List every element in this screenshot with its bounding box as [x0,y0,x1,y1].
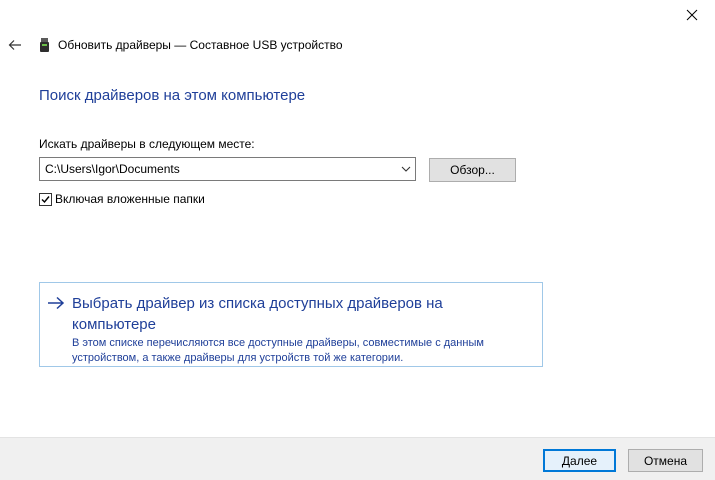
pick-driver-description: В этом списке перечисляются все доступны… [72,337,484,364]
checkmark-icon [41,195,50,203]
chevron-down-icon[interactable] [401,165,411,173]
window-title: Обновить драйверы — Составное USB устрой… [58,38,343,52]
include-subfolders-label: Включая вложенные папки [55,192,205,206]
close-icon [686,9,698,21]
footer-bar: Далее Отмена [0,437,715,480]
next-button[interactable]: Далее [543,449,616,472]
back-button[interactable] [4,34,26,56]
path-value: C:\Users\Igor\Documents [45,162,180,176]
close-button[interactable] [669,0,715,30]
pick-driver-title: Выбрать драйвер из списка доступных драй… [72,295,443,333]
include-subfolders-checkbox[interactable] [39,192,52,206]
pick-driver-from-list-link[interactable]: Выбрать драйвер из списка доступных драй… [39,282,543,367]
back-arrow-icon [8,40,21,50]
browse-button[interactable]: Обзор... [429,158,516,182]
page-heading: Поиск драйверов на этом компьютере [39,87,306,104]
arrow-right-icon [48,296,65,310]
cancel-button[interactable]: Отмена [628,449,703,472]
include-subfolders-option[interactable]: Включая вложенные папки [39,192,205,206]
path-combobox[interactable]: C:\Users\Igor\Documents [39,157,416,181]
usb-device-icon [40,38,49,52]
search-location-label: Искать драйверы в следующем месте: [39,137,255,151]
